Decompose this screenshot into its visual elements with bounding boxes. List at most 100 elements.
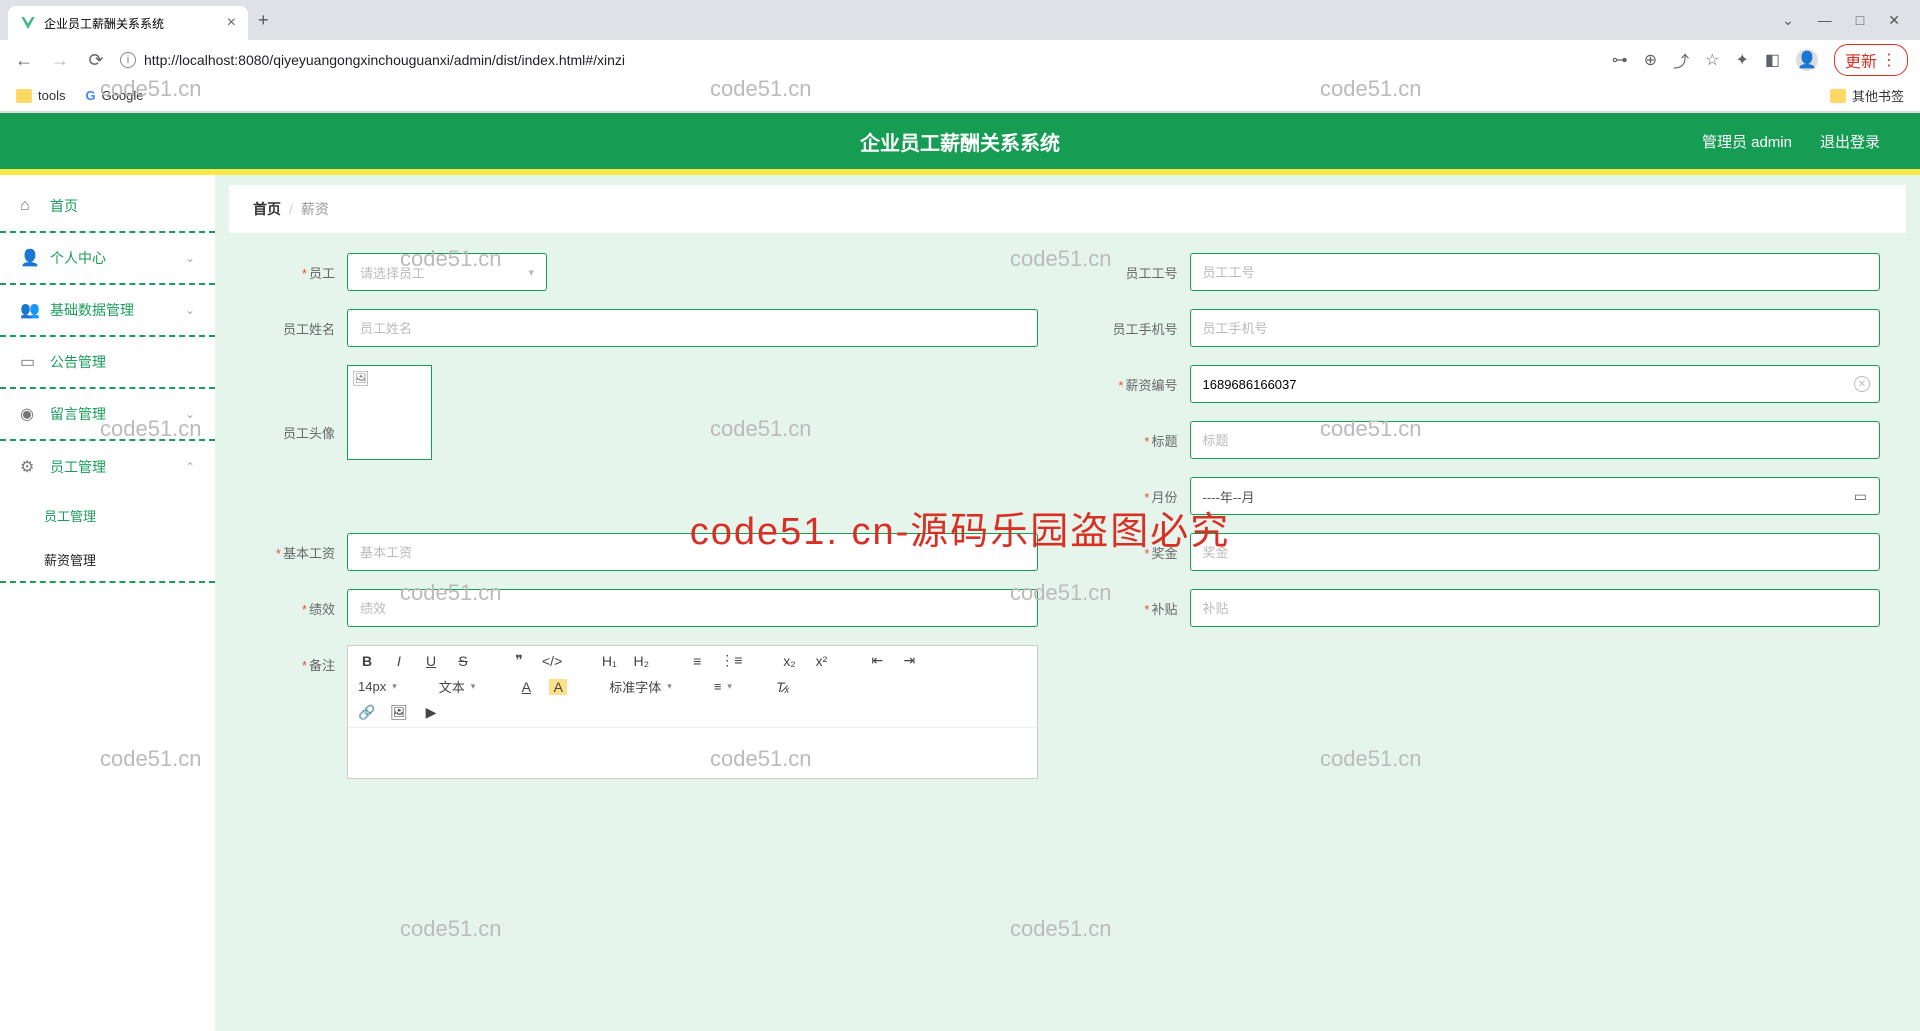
broken-image-icon: 🖼 [352, 370, 370, 387]
ticket-icon: ▭ [20, 352, 38, 372]
link-button[interactable]: 🔗 [358, 704, 376, 721]
h2-button[interactable]: H₂ [632, 653, 650, 669]
maximize-icon[interactable]: □ [1856, 12, 1864, 28]
logout-link[interactable]: 退出登录 [1820, 131, 1880, 152]
sidebar-sub-salary[interactable]: 薪资管理 [0, 537, 215, 581]
bonus-input[interactable] [1190, 533, 1881, 571]
fontfamily-select[interactable]: 标准字体▾ [609, 677, 672, 696]
perf-input[interactable] [347, 589, 1038, 627]
close-icon[interactable]: × [227, 14, 236, 32]
subscript-button[interactable]: x₂ [780, 653, 798, 669]
empphone-input[interactable] [1190, 309, 1881, 347]
sidebar-sub-employee[interactable]: 员工管理 [0, 493, 215, 537]
reload-button[interactable]: ⟳ [84, 50, 108, 71]
label-basesalary: 基本工资 [283, 546, 335, 561]
label-bonus: 奖金 [1151, 546, 1177, 561]
star-icon[interactable]: ☆ [1705, 50, 1719, 70]
underline-button[interactable]: U [422, 653, 440, 669]
sidebar-item-message[interactable]: ◉ 留言管理 ⌄ [0, 389, 215, 441]
employee-select[interactable]: 请选择员工 ▾ [347, 253, 547, 291]
zoom-icon[interactable]: ⊕ [1644, 50, 1657, 70]
breadcrumb: 首页 / 薪资 [229, 185, 1906, 233]
key-icon[interactable]: ⊶ [1612, 50, 1628, 70]
forward-button[interactable]: → [48, 50, 72, 71]
chevron-down-icon: ▾ [528, 266, 534, 279]
update-button[interactable]: 更新 ⋮ [1834, 44, 1908, 76]
url-text: http://localhost:8080/qiyeyuangongxincho… [144, 52, 625, 68]
chevron-up-icon: ⌃ [185, 460, 195, 474]
sidebar-label: 基础数据管理 [50, 300, 134, 320]
label-empphone: 员工手机号 [1112, 322, 1177, 337]
sidepanel-icon[interactable]: ◧ [1765, 50, 1780, 70]
month-input[interactable]: ----年--月 ▭ [1190, 477, 1881, 515]
code-button[interactable]: </> [542, 653, 562, 669]
clearformat-button[interactable]: T̷ₓ [774, 679, 792, 695]
fontcolor-button[interactable]: A [517, 679, 535, 695]
user-label[interactable]: 管理员 admin [1702, 131, 1792, 152]
image-button[interactable]: 🖼 [390, 704, 408, 721]
sidebar-item-home[interactable]: ⌂ 首页 [0, 181, 215, 233]
outdent-button[interactable]: ⇤ [868, 652, 886, 669]
close-window-icon[interactable]: ✕ [1888, 12, 1900, 29]
empname-input[interactable] [347, 309, 1038, 347]
folder-icon [16, 89, 32, 103]
message-icon: ◉ [20, 404, 38, 424]
sidebar-item-basedata[interactable]: 👥 基础数据管理 ⌄ [0, 285, 215, 337]
chevron-down-icon: ⌄ [185, 407, 195, 421]
address-actions: ⊶ ⊕ ⤴ ☆ ✦ ◧ 👤 更新 ⋮ [1612, 44, 1908, 76]
bookmark-tools[interactable]: tools [16, 88, 65, 103]
label-salaryno: 薪资编号 [1125, 378, 1177, 393]
minimize-icon[interactable]: — [1818, 12, 1832, 28]
calendar-icon: ▭ [1854, 488, 1867, 505]
italic-button[interactable]: I [390, 653, 408, 669]
allowance-input[interactable] [1190, 589, 1881, 627]
h1-button[interactable]: H₁ [600, 653, 618, 669]
quote-button[interactable]: ❞ [510, 652, 528, 669]
vue-favicon-icon [20, 15, 36, 31]
share-icon[interactable]: ⤴ [1673, 48, 1689, 72]
sidebar-item-personal[interactable]: 👤 个人中心 ⌄ [0, 233, 215, 285]
chevron-down-icon[interactable]: ⌄ [1782, 12, 1794, 29]
bgcolor-button[interactable]: A [549, 679, 567, 695]
superscript-button[interactable]: x² [812, 653, 830, 669]
bookmark-google[interactable]: GGoogle [85, 88, 143, 103]
indent-button[interactable]: ⇥ [900, 652, 918, 669]
sidebar-label: 个人中心 [50, 248, 106, 268]
strike-button[interactable]: S [454, 653, 472, 669]
breadcrumb-current: 薪资 [301, 199, 329, 219]
ol-button[interactable]: ≡ [688, 653, 706, 669]
empno-input[interactable] [1190, 253, 1881, 291]
clear-icon[interactable]: ✕ [1854, 376, 1870, 392]
avatar-upload[interactable]: 🖼 [347, 365, 432, 460]
home-icon: ⌂ [20, 197, 38, 215]
url-input[interactable]: i http://localhost:8080/qiyeyuangongxinc… [120, 52, 1600, 68]
label-perf: 绩效 [309, 602, 335, 617]
extensions-icon[interactable]: ✦ [1735, 50, 1748, 70]
ul-button[interactable]: ⋮≡ [720, 652, 742, 669]
browser-tab[interactable]: 企业员工薪酬关系系统 × [8, 6, 248, 40]
back-button[interactable]: ← [12, 50, 36, 71]
label-empno: 员工工号 [1125, 266, 1177, 281]
video-button[interactable]: ▶ [422, 704, 440, 721]
new-tab-button[interactable]: + [258, 10, 269, 31]
window-controls: ⌄ — □ ✕ [1782, 12, 1920, 29]
site-info-icon[interactable]: i [120, 52, 136, 68]
fontsize-select[interactable]: 14px▾ [358, 679, 397, 694]
basesalary-input[interactable] [347, 533, 1038, 571]
texttype-select[interactable]: 文本▾ [439, 677, 476, 696]
label-remark: 备注 [309, 658, 335, 673]
bold-button[interactable]: B [358, 653, 376, 669]
sidebar-item-notice[interactable]: ▭ 公告管理 [0, 337, 215, 389]
align-select[interactable]: ≡▾ [714, 679, 732, 694]
label-title: 标题 [1151, 434, 1177, 449]
title-input[interactable] [1190, 421, 1881, 459]
salaryno-input[interactable] [1190, 365, 1881, 403]
label-empname: 员工姓名 [283, 322, 335, 337]
profile-avatar[interactable]: 👤 [1796, 49, 1818, 71]
remark-editor: B I U S ❞ </> H₁ H₂ ≡ [347, 645, 1038, 779]
bookmark-other[interactable]: 其他书签 [1830, 86, 1904, 105]
editor-body[interactable] [348, 728, 1037, 778]
browser-chrome: 企业员工薪酬关系系统 × + ⌄ — □ ✕ ← → ⟳ i http://lo… [0, 0, 1920, 113]
breadcrumb-home[interactable]: 首页 [253, 199, 281, 219]
sidebar-item-employee[interactable]: ⚙ 员工管理 ⌃ [0, 441, 215, 493]
